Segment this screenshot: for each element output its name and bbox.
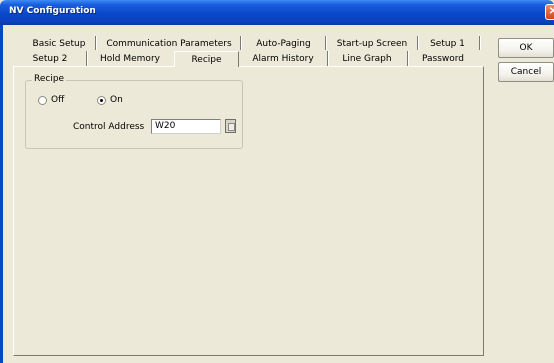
tab-separator bbox=[407, 51, 409, 66]
close-button[interactable]: ✕ bbox=[545, 4, 554, 20]
tab-separator bbox=[479, 36, 481, 50]
window-frame-left bbox=[0, 25, 3, 363]
tab-setup-2[interactable]: Setup 2 bbox=[18, 52, 82, 67]
recipe-groupbox bbox=[25, 80, 243, 149]
tab-separator bbox=[86, 51, 88, 66]
recipe-group-label: Recipe bbox=[32, 74, 67, 84]
tab-auto-paging[interactable]: Auto-Paging bbox=[245, 37, 322, 52]
recipe-on-label[interactable]: On bbox=[110, 95, 123, 105]
cancel-button[interactable]: Cancel bbox=[498, 62, 554, 82]
tab-separator bbox=[240, 36, 242, 50]
window-title: NV Configuration bbox=[9, 6, 96, 16]
tab-recipe-active[interactable]: Recipe bbox=[174, 51, 239, 67]
nv-configuration-window: NV Configuration ✕ Basic Setup Communica… bbox=[0, 0, 554, 363]
close-icon: ✕ bbox=[548, 6, 554, 17]
address-browse-button[interactable] bbox=[225, 119, 236, 133]
recipe-off-label[interactable]: Off bbox=[51, 95, 64, 105]
control-address-input[interactable]: W20 bbox=[151, 119, 221, 134]
tab-separator bbox=[327, 51, 329, 66]
tab-separator bbox=[325, 36, 327, 50]
ok-button[interactable]: OK bbox=[498, 38, 554, 58]
title-bar[interactable]: NV Configuration ✕ bbox=[0, 0, 554, 25]
tab-recipe-label: Recipe bbox=[191, 55, 222, 65]
tab-alarm-history[interactable]: Alarm History bbox=[243, 52, 323, 67]
tab-basic-setup[interactable]: Basic Setup bbox=[27, 37, 91, 52]
tab-separator bbox=[417, 36, 419, 50]
recipe-on-radio[interactable] bbox=[97, 96, 106, 105]
tab-setup-1[interactable]: Setup 1 bbox=[420, 37, 475, 52]
tab-hold-memory[interactable]: Hold Memory bbox=[90, 52, 170, 67]
recipe-off-radio[interactable] bbox=[38, 96, 47, 105]
tab-communication-parameters[interactable]: Communication Parameters bbox=[103, 37, 235, 52]
control-address-label: Control Address bbox=[73, 122, 145, 132]
tab-separator bbox=[95, 36, 97, 50]
tab-line-graph[interactable]: Line Graph bbox=[331, 52, 403, 67]
tab-start-up-screen[interactable]: Start-up Screen bbox=[330, 37, 414, 52]
tab-password[interactable]: Password bbox=[411, 52, 475, 67]
